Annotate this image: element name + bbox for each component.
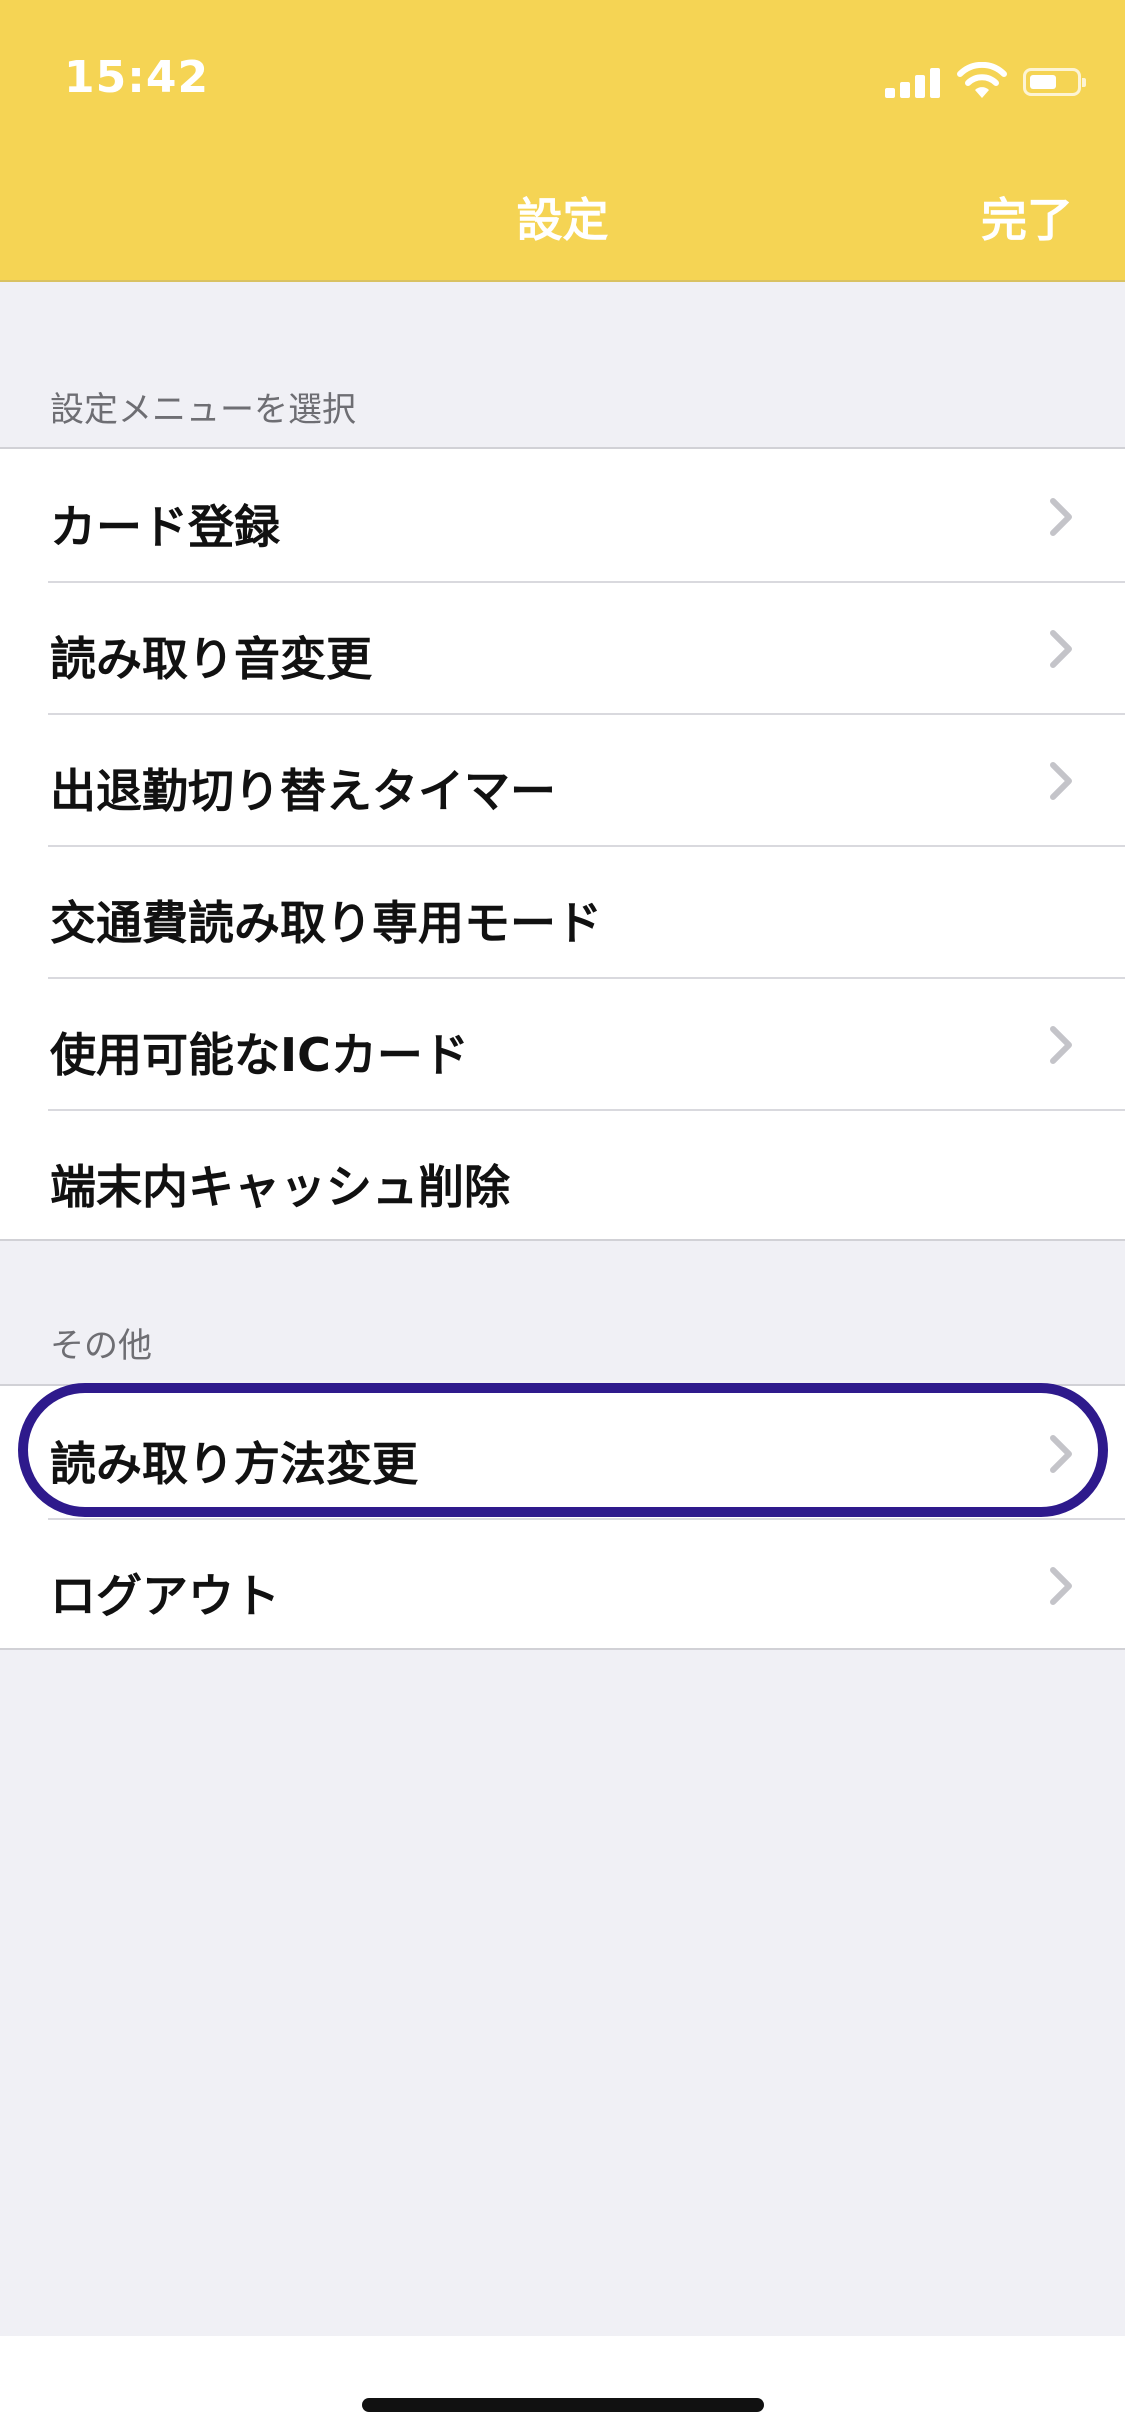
nav-bar: 15:42 設定 完了 <box>0 0 1125 282</box>
status-icons <box>885 62 1086 102</box>
home-indicator[interactable] <box>362 2398 764 2412</box>
home-indicator-area <box>0 2336 1125 2436</box>
other-group: 読み取り方法変更 ログアウト <box>0 1384 1125 1650</box>
menu-item-logout[interactable]: ログアウト <box>0 1518 1125 1650</box>
menu-item-read-sound[interactable]: 読み取り音変更 <box>0 581 1125 713</box>
menu-item-label: カード登録 <box>50 500 280 554</box>
chevron-right-icon <box>1050 762 1072 800</box>
chevron-right-icon <box>1050 1026 1072 1064</box>
menu-item-label: 使用可能なICカード <box>50 1028 469 1082</box>
menu-item-label: 交通費読み取り専用モード <box>50 896 602 950</box>
menu-item-card-registration[interactable]: カード登録 <box>0 449 1125 581</box>
menu-item-transit-mode[interactable]: 交通費読み取り専用モード <box>0 845 1125 977</box>
wifi-icon <box>957 62 1007 98</box>
cellular-signal-icon <box>885 62 941 102</box>
menu-item-read-method[interactable]: 読み取り方法変更 <box>0 1386 1125 1518</box>
menu-item-label: 読み取り音変更 <box>50 632 372 686</box>
section-header-settings-menu: 設定メニューを選択 <box>50 390 356 430</box>
menu-item-clear-cache[interactable]: 端末内キャッシュ削除 <box>0 1109 1125 1241</box>
settings-menu-group: カード登録 読み取り音変更 出退勤切り替えタイマー 交通費読み取り専用モード 使… <box>0 447 1125 1241</box>
chevron-right-icon <box>1050 498 1072 536</box>
menu-item-clock-timer[interactable]: 出退勤切り替えタイマー <box>0 713 1125 845</box>
menu-item-label: 端末内キャッシュ削除 <box>50 1160 510 1214</box>
status-time: 15:42 <box>64 52 210 103</box>
menu-item-label: 読み取り方法変更 <box>50 1437 418 1491</box>
chevron-right-icon <box>1050 630 1072 668</box>
menu-item-available-ic-cards[interactable]: 使用可能なICカード <box>0 977 1125 1109</box>
chevron-right-icon <box>1050 1435 1072 1473</box>
section-header-other: その他 <box>50 1326 152 1366</box>
done-button[interactable]: 完了 <box>981 184 1073 250</box>
page-title: 設定 <box>516 193 609 247</box>
menu-item-label: 出退勤切り替えタイマー <box>50 764 556 818</box>
battery-icon <box>1023 68 1086 96</box>
chevron-right-icon <box>1050 1567 1072 1605</box>
menu-item-label: ログアウト <box>50 1569 280 1623</box>
